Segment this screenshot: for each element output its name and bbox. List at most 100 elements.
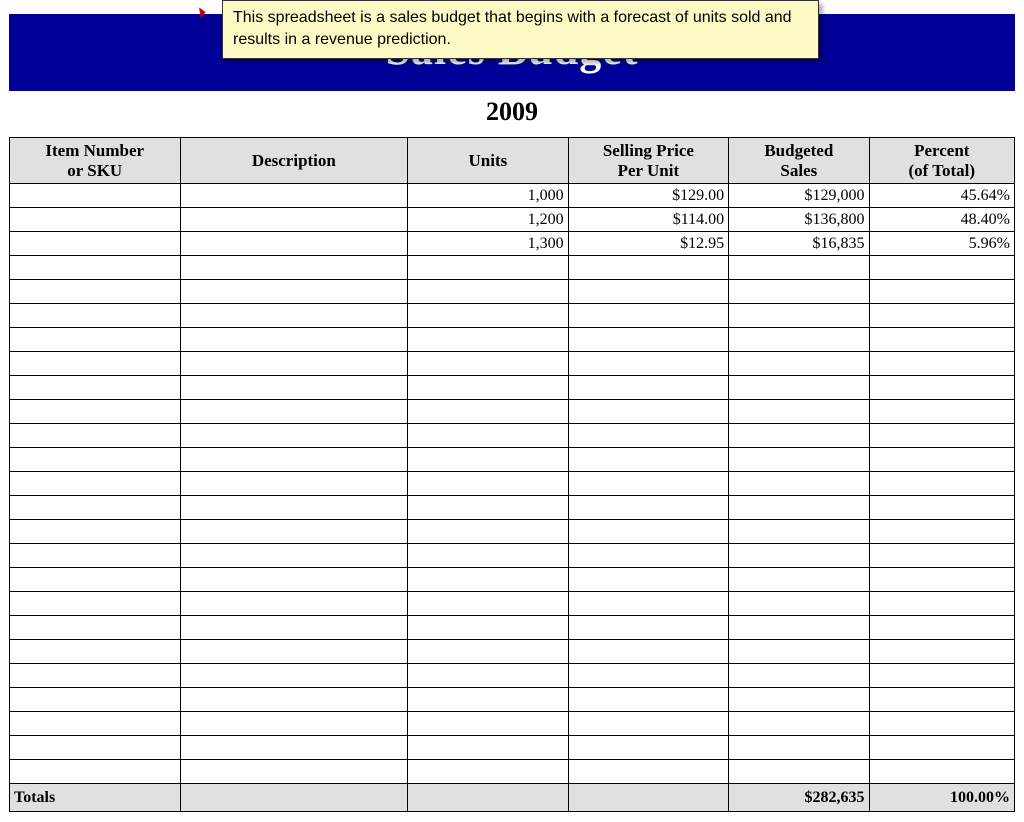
cell-price[interactable] — [568, 472, 728, 496]
cell-desc[interactable] — [180, 376, 408, 400]
cell-units[interactable] — [408, 664, 568, 688]
header-price[interactable]: Selling PricePer Unit — [568, 138, 728, 184]
cell-sku[interactable] — [10, 592, 181, 616]
cell-price[interactable] — [568, 664, 728, 688]
header-desc[interactable]: Description — [180, 138, 408, 184]
cell-pct[interactable] — [869, 400, 1014, 424]
cell-sku[interactable] — [10, 376, 181, 400]
cell-units[interactable] — [408, 544, 568, 568]
cell-pct[interactable]: 45.64% — [869, 184, 1014, 208]
cell-sku[interactable] — [10, 736, 181, 760]
cell-price[interactable] — [568, 688, 728, 712]
cell-price[interactable]: $12.95 — [568, 232, 728, 256]
cell-sales[interactable] — [729, 712, 869, 736]
cell-units[interactable] — [408, 280, 568, 304]
cell-price[interactable] — [568, 544, 728, 568]
cell-sales[interactable] — [729, 520, 869, 544]
cell-sku[interactable] — [10, 352, 181, 376]
cell-desc[interactable] — [180, 640, 408, 664]
cell-sku[interactable] — [10, 496, 181, 520]
cell-desc[interactable] — [180, 592, 408, 616]
cell-units[interactable] — [408, 400, 568, 424]
cell-price[interactable] — [568, 328, 728, 352]
cell-sku[interactable] — [10, 448, 181, 472]
cell-sales[interactable]: $129,000 — [729, 184, 869, 208]
cell-price[interactable] — [568, 736, 728, 760]
cell-sales[interactable] — [729, 592, 869, 616]
cell-sku[interactable] — [10, 256, 181, 280]
cell-sales[interactable] — [729, 616, 869, 640]
cell-desc[interactable] — [180, 304, 408, 328]
cell-sales[interactable] — [729, 304, 869, 328]
cell-pct[interactable]: 5.96% — [869, 232, 1014, 256]
cell-pct[interactable] — [869, 568, 1014, 592]
cell-sku[interactable] — [10, 544, 181, 568]
header-sku[interactable]: Item Numberor SKU — [10, 138, 181, 184]
cell-desc[interactable] — [180, 616, 408, 640]
cell-pct[interactable] — [869, 616, 1014, 640]
cell-desc[interactable] — [180, 544, 408, 568]
cell-sales[interactable] — [729, 400, 869, 424]
cell-units[interactable] — [408, 592, 568, 616]
cell-pct[interactable] — [869, 544, 1014, 568]
cell-desc[interactable] — [180, 568, 408, 592]
cell-sales[interactable]: $136,800 — [729, 208, 869, 232]
cell-pct[interactable] — [869, 448, 1014, 472]
cell-price[interactable] — [568, 400, 728, 424]
cell-pct[interactable] — [869, 328, 1014, 352]
cell-desc[interactable] — [180, 232, 408, 256]
cell-sales[interactable] — [729, 760, 869, 784]
cell-price[interactable] — [568, 616, 728, 640]
cell-sku[interactable] — [10, 232, 181, 256]
cell-units[interactable] — [408, 760, 568, 784]
cell-pct[interactable] — [869, 688, 1014, 712]
cell-pct[interactable] — [869, 376, 1014, 400]
totals-pct[interactable]: 100.00% — [869, 784, 1014, 812]
cell-desc[interactable] — [180, 472, 408, 496]
cell-pct[interactable] — [869, 760, 1014, 784]
cell-pct[interactable] — [869, 496, 1014, 520]
cell-sku[interactable] — [10, 688, 181, 712]
cell-units[interactable] — [408, 568, 568, 592]
cell-sales[interactable] — [729, 352, 869, 376]
cell-units[interactable] — [408, 520, 568, 544]
cell-price[interactable] — [568, 568, 728, 592]
cell-pct[interactable] — [869, 424, 1014, 448]
cell-sku[interactable] — [10, 208, 181, 232]
cell-sales[interactable]: $16,835 — [729, 232, 869, 256]
cell-price[interactable] — [568, 376, 728, 400]
cell-units[interactable] — [408, 496, 568, 520]
cell-price[interactable] — [568, 280, 728, 304]
cell-sales[interactable] — [729, 280, 869, 304]
header-units[interactable]: Units — [408, 138, 568, 184]
cell-desc[interactable] — [180, 520, 408, 544]
cell-pct[interactable] — [869, 472, 1014, 496]
cell-price[interactable] — [568, 496, 728, 520]
cell-pct[interactable] — [869, 640, 1014, 664]
cell-sku[interactable] — [10, 640, 181, 664]
cell-units[interactable] — [408, 472, 568, 496]
cell-sku[interactable] — [10, 400, 181, 424]
cell-price[interactable] — [568, 592, 728, 616]
cell-desc[interactable] — [180, 736, 408, 760]
cell-desc[interactable] — [180, 400, 408, 424]
cell-units[interactable] — [408, 304, 568, 328]
totals-sales[interactable]: $282,635 — [729, 784, 869, 812]
cell-units[interactable] — [408, 376, 568, 400]
cell-sales[interactable] — [729, 568, 869, 592]
cell-sales[interactable] — [729, 544, 869, 568]
cell-sales[interactable] — [729, 496, 869, 520]
cell-price[interactable] — [568, 304, 728, 328]
cell-desc[interactable] — [180, 712, 408, 736]
cell-pct[interactable] — [869, 304, 1014, 328]
cell-price[interactable] — [568, 424, 728, 448]
cell-units[interactable] — [408, 616, 568, 640]
cell-units[interactable] — [408, 256, 568, 280]
cell-pct[interactable] — [869, 664, 1014, 688]
cell-price[interactable]: $114.00 — [568, 208, 728, 232]
cell-sku[interactable] — [10, 760, 181, 784]
cell-desc[interactable] — [180, 256, 408, 280]
cell-desc[interactable] — [180, 760, 408, 784]
cell-desc[interactable] — [180, 208, 408, 232]
cell-desc[interactable] — [180, 424, 408, 448]
